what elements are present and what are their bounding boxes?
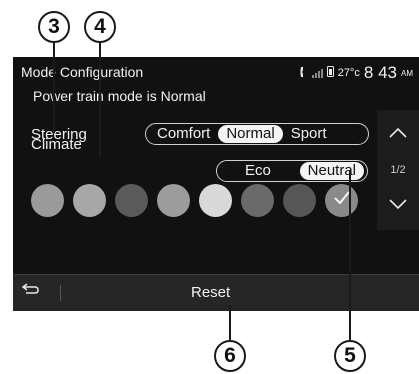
- sim-icon: [326, 66, 334, 80]
- clock: 8 43: [363, 63, 397, 82]
- callout-3: 3: [38, 11, 70, 43]
- climate-option-neutral[interactable]: Neutral: [299, 162, 364, 180]
- callout-4: 4: [84, 11, 116, 43]
- leader-line-5: [349, 170, 351, 340]
- back-button[interactable]: [21, 283, 39, 302]
- up-arrow-icon: [389, 125, 407, 143]
- reset-button[interactable]: Reset: [191, 284, 230, 301]
- climate-option-eco[interactable]: Eco: [237, 162, 279, 180]
- color-swatch-selected[interactable]: [325, 184, 358, 217]
- page-title: Mode Configuration: [21, 64, 144, 80]
- separator: [60, 285, 61, 301]
- page-indicator: 1/2: [390, 164, 406, 176]
- color-swatch[interactable]: [241, 184, 274, 217]
- steering-option-sport[interactable]: Sport: [283, 125, 335, 143]
- color-swatch[interactable]: [115, 184, 148, 217]
- check-icon: [333, 191, 350, 210]
- scroll-panel: 1/2: [377, 110, 419, 230]
- powertrain-status: Power train mode is Normal: [33, 88, 206, 104]
- ambient-color-selector: [31, 184, 358, 217]
- leader-line-6: [229, 305, 231, 340]
- temperature: 27°c: [337, 67, 360, 79]
- color-swatch[interactable]: [199, 184, 232, 217]
- status-bar: 27°c 8 43 AM: [300, 63, 413, 83]
- steering-selector: Comfort Normal Sport: [145, 123, 369, 145]
- down-arrow-icon: [389, 197, 407, 215]
- leader-line-3: [53, 43, 55, 133]
- phone-icon: [300, 66, 308, 81]
- climate-label: Climate: [31, 136, 82, 153]
- callout-6: 6: [214, 340, 246, 372]
- color-swatch[interactable]: [283, 184, 316, 217]
- scroll-up-button[interactable]: [377, 110, 419, 158]
- steering-option-comfort[interactable]: Comfort: [149, 125, 218, 143]
- color-swatch[interactable]: [157, 184, 190, 217]
- clock-ampm: AM: [401, 68, 413, 78]
- color-swatch[interactable]: [31, 184, 64, 217]
- back-icon: [21, 283, 39, 301]
- color-swatch[interactable]: [73, 184, 106, 217]
- signal-icon: [311, 68, 323, 78]
- bottom-bar: Reset: [13, 274, 419, 311]
- head-unit-screen: Mode Configuration Power train mode is N…: [13, 57, 419, 311]
- climate-selector: Eco Neutral: [216, 160, 368, 182]
- scroll-down-button[interactable]: [377, 182, 419, 230]
- steering-option-normal[interactable]: Normal: [218, 125, 283, 143]
- callout-5: 5: [334, 340, 366, 372]
- leader-line-4: [99, 43, 101, 158]
